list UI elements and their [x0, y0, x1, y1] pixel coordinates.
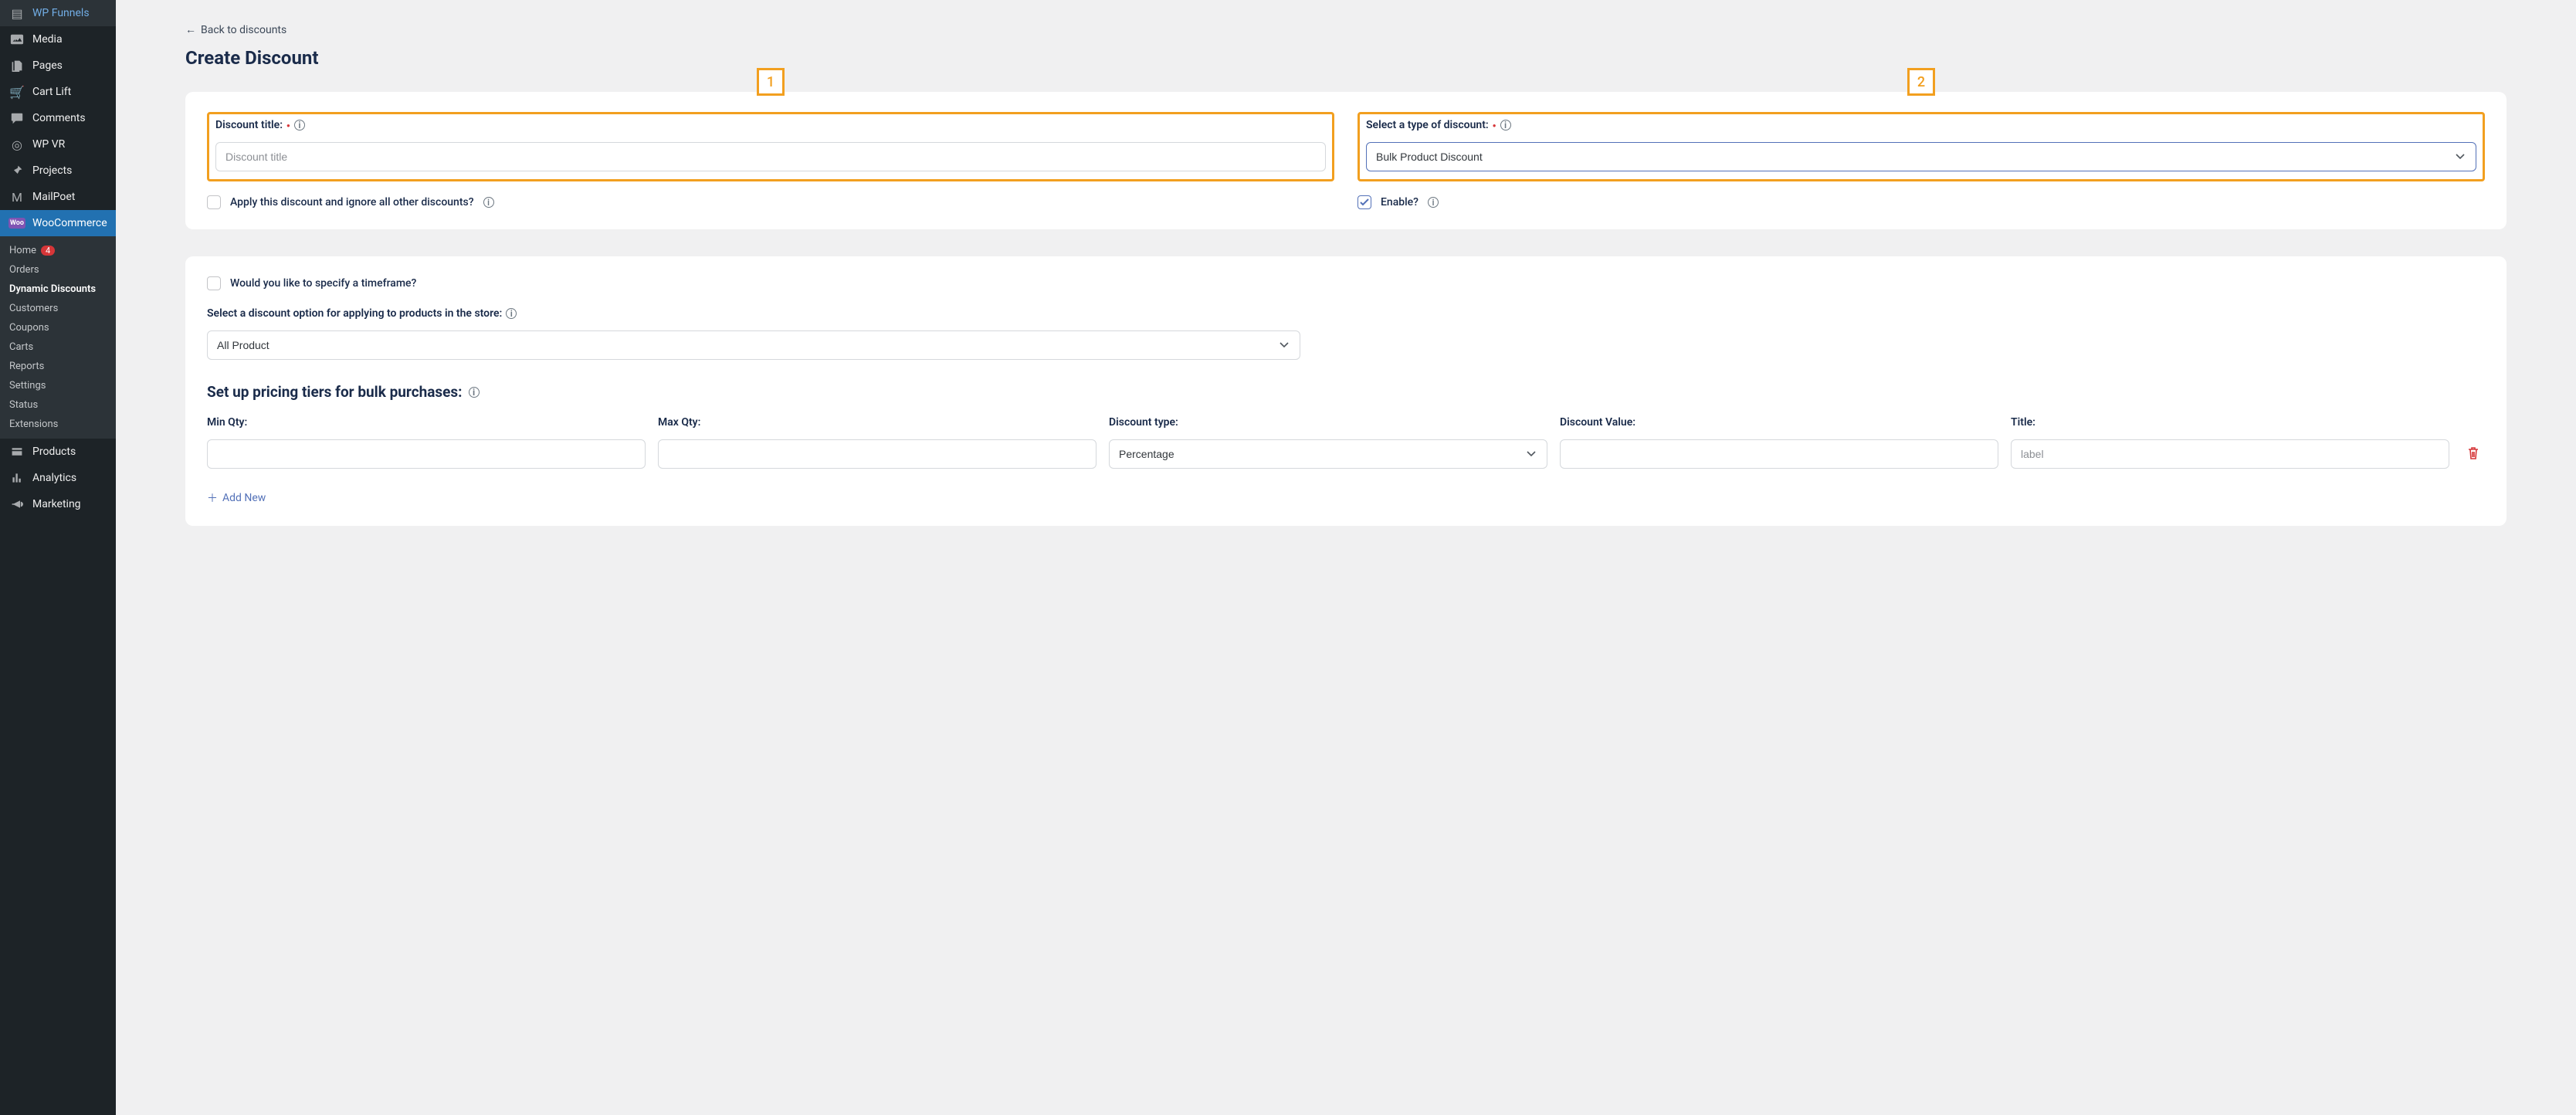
- apply-ignore-checkbox[interactable]: [207, 195, 221, 209]
- discount-type-label: Select a type of discount: ● i: [1366, 119, 2476, 131]
- sidebar-item-label: MailPoet: [32, 191, 75, 203]
- funnel-icon: ▤: [9, 5, 25, 21]
- min-qty-label: Min Qty:: [207, 416, 646, 429]
- submenu-item-carts[interactable]: Carts: [0, 337, 116, 357]
- sidebar-item-label: Analytics: [32, 472, 76, 484]
- min-qty-input[interactable]: [207, 439, 646, 469]
- tier-title-input[interactable]: [2011, 439, 2449, 469]
- back-to-discounts-link[interactable]: ← Back to discounts: [185, 23, 2507, 36]
- discount-type-select[interactable]: Bulk Product Discount: [1366, 142, 2476, 171]
- sidebar-item-label: WP VR: [32, 138, 65, 151]
- arrow-left-icon: ←: [185, 23, 196, 36]
- woocommerce-icon: Woo: [9, 215, 25, 231]
- sidebar-item-label: WP Funnels: [32, 7, 90, 19]
- submenu-item-settings[interactable]: Settings: [0, 376, 116, 395]
- sidebar-item-label: Comments: [32, 112, 86, 124]
- submenu-item-dynamic-discounts[interactable]: Dynamic Discounts: [0, 280, 116, 299]
- sidebar-item-comments[interactable]: Comments: [0, 105, 116, 131]
- discount-type-highlight: 2 Select a type of discount: ● i Bulk Pr…: [1357, 112, 2485, 181]
- sidebar-item-cart-lift[interactable]: 🛒 Cart Lift: [0, 79, 116, 105]
- help-icon[interactable]: i: [469, 387, 480, 398]
- delete-tier-button[interactable]: [2462, 438, 2485, 469]
- vr-icon: ◎: [9, 137, 25, 152]
- help-icon[interactable]: i: [1500, 120, 1511, 130]
- discount-title-highlight: 1 Discount title: ● i: [207, 112, 1334, 181]
- sidebar-item-label: Products: [32, 446, 76, 458]
- tier-title-label: Title:: [2011, 416, 2449, 429]
- sidebar-item-wp-vr[interactable]: ◎ WP VR: [0, 131, 116, 158]
- discount-config-card: Would you like to specify a timeframe? S…: [185, 256, 2507, 526]
- plus-icon: ＋: [207, 490, 218, 506]
- required-asterisk: ●: [286, 122, 290, 129]
- sidebar-item-label: Cart Lift: [32, 86, 71, 98]
- add-new-tier-button[interactable]: ＋ Add New: [207, 490, 2485, 506]
- home-badge: 4: [41, 246, 55, 256]
- discount-option-label: Select a discount option for applying to…: [207, 307, 2485, 320]
- back-link-text: Back to discounts: [201, 24, 286, 36]
- help-icon[interactable]: i: [294, 120, 305, 130]
- submenu-item-customers[interactable]: Customers: [0, 299, 116, 318]
- sidebar-item-wp-funnels[interactable]: ▤ WP Funnels: [0, 0, 116, 26]
- max-qty-label: Max Qty:: [658, 416, 1096, 429]
- max-qty-input[interactable]: [658, 439, 1096, 469]
- cart-lift-icon: 🛒: [9, 84, 25, 100]
- media-icon: [9, 32, 25, 47]
- submenu-item-reports[interactable]: Reports: [0, 357, 116, 376]
- discount-title-input[interactable]: [215, 142, 1326, 171]
- discount-option-select[interactable]: All Product: [207, 330, 1300, 360]
- analytics-icon: [9, 470, 25, 486]
- timeframe-checkbox[interactable]: [207, 276, 221, 290]
- apply-ignore-label: Apply this discount and ignore all other…: [230, 196, 474, 208]
- submenu-item-coupons[interactable]: Coupons: [0, 318, 116, 337]
- pricing-tier-row: Min Qty: Max Qty: Discount type: Percent…: [207, 416, 2485, 469]
- sidebar-item-woocommerce[interactable]: Woo WooCommerce: [0, 210, 116, 236]
- discount-value-label: Discount Value:: [1560, 416, 1998, 429]
- pages-icon: [9, 58, 25, 73]
- discount-type-col-label: Discount type:: [1109, 416, 1547, 429]
- sidebar-item-label: Projects: [32, 164, 72, 177]
- help-icon[interactable]: i: [1428, 197, 1439, 208]
- marker-1: 1: [757, 68, 785, 96]
- submenu-item-orders[interactable]: Orders: [0, 260, 116, 280]
- sidebar-item-label: Pages: [32, 59, 63, 72]
- sidebar-item-products[interactable]: Products: [0, 439, 116, 465]
- help-icon[interactable]: i: [483, 197, 494, 208]
- woocommerce-submenu: Home 4 Orders Dynamic Discounts Customer…: [0, 236, 116, 439]
- sidebar-item-label: Media: [32, 33, 63, 46]
- admin-sidebar: ▤ WP Funnels Media Pages 🛒 Cart Lift Com…: [0, 0, 116, 1115]
- marketing-icon: [9, 496, 25, 512]
- enable-label: Enable?: [1381, 196, 1418, 208]
- discount-title-label: Discount title: ● i: [215, 119, 1326, 131]
- sidebar-item-projects[interactable]: Projects: [0, 158, 116, 184]
- submenu-item-home[interactable]: Home 4: [0, 241, 116, 260]
- submenu-item-status[interactable]: Status: [0, 395, 116, 415]
- add-new-label: Add New: [222, 492, 266, 504]
- mailpoet-icon: M: [9, 189, 25, 205]
- marker-2: 2: [1907, 68, 1935, 96]
- comment-icon: [9, 110, 25, 126]
- main-content: ← Back to discounts Create Discount 1 Di…: [116, 0, 2576, 1115]
- tier-discount-type-select[interactable]: Percentage: [1109, 439, 1547, 469]
- discount-basic-card: 1 Discount title: ● i Apply this discoun…: [185, 92, 2507, 229]
- submenu-item-extensions[interactable]: Extensions: [0, 415, 116, 434]
- sidebar-item-label: WooCommerce: [32, 217, 107, 229]
- timeframe-label: Would you like to specify a timeframe?: [230, 277, 416, 290]
- help-icon[interactable]: i: [506, 308, 517, 319]
- sidebar-item-marketing[interactable]: Marketing: [0, 491, 116, 517]
- sidebar-item-pages[interactable]: Pages: [0, 53, 116, 79]
- page-title: Create Discount: [185, 47, 2507, 69]
- submenu-label: Home: [9, 245, 36, 256]
- products-icon: [9, 444, 25, 459]
- required-asterisk: ●: [1493, 122, 1496, 129]
- sidebar-item-media[interactable]: Media: [0, 26, 116, 53]
- pricing-tiers-heading: Set up pricing tiers for bulk purchases:…: [207, 383, 2485, 401]
- sidebar-item-analytics[interactable]: Analytics: [0, 465, 116, 491]
- sidebar-item-mailpoet[interactable]: M MailPoet: [0, 184, 116, 210]
- discount-value-input[interactable]: [1560, 439, 1998, 469]
- pin-icon: [9, 163, 25, 178]
- sidebar-item-label: Marketing: [32, 498, 81, 510]
- enable-checkbox[interactable]: [1357, 195, 1371, 209]
